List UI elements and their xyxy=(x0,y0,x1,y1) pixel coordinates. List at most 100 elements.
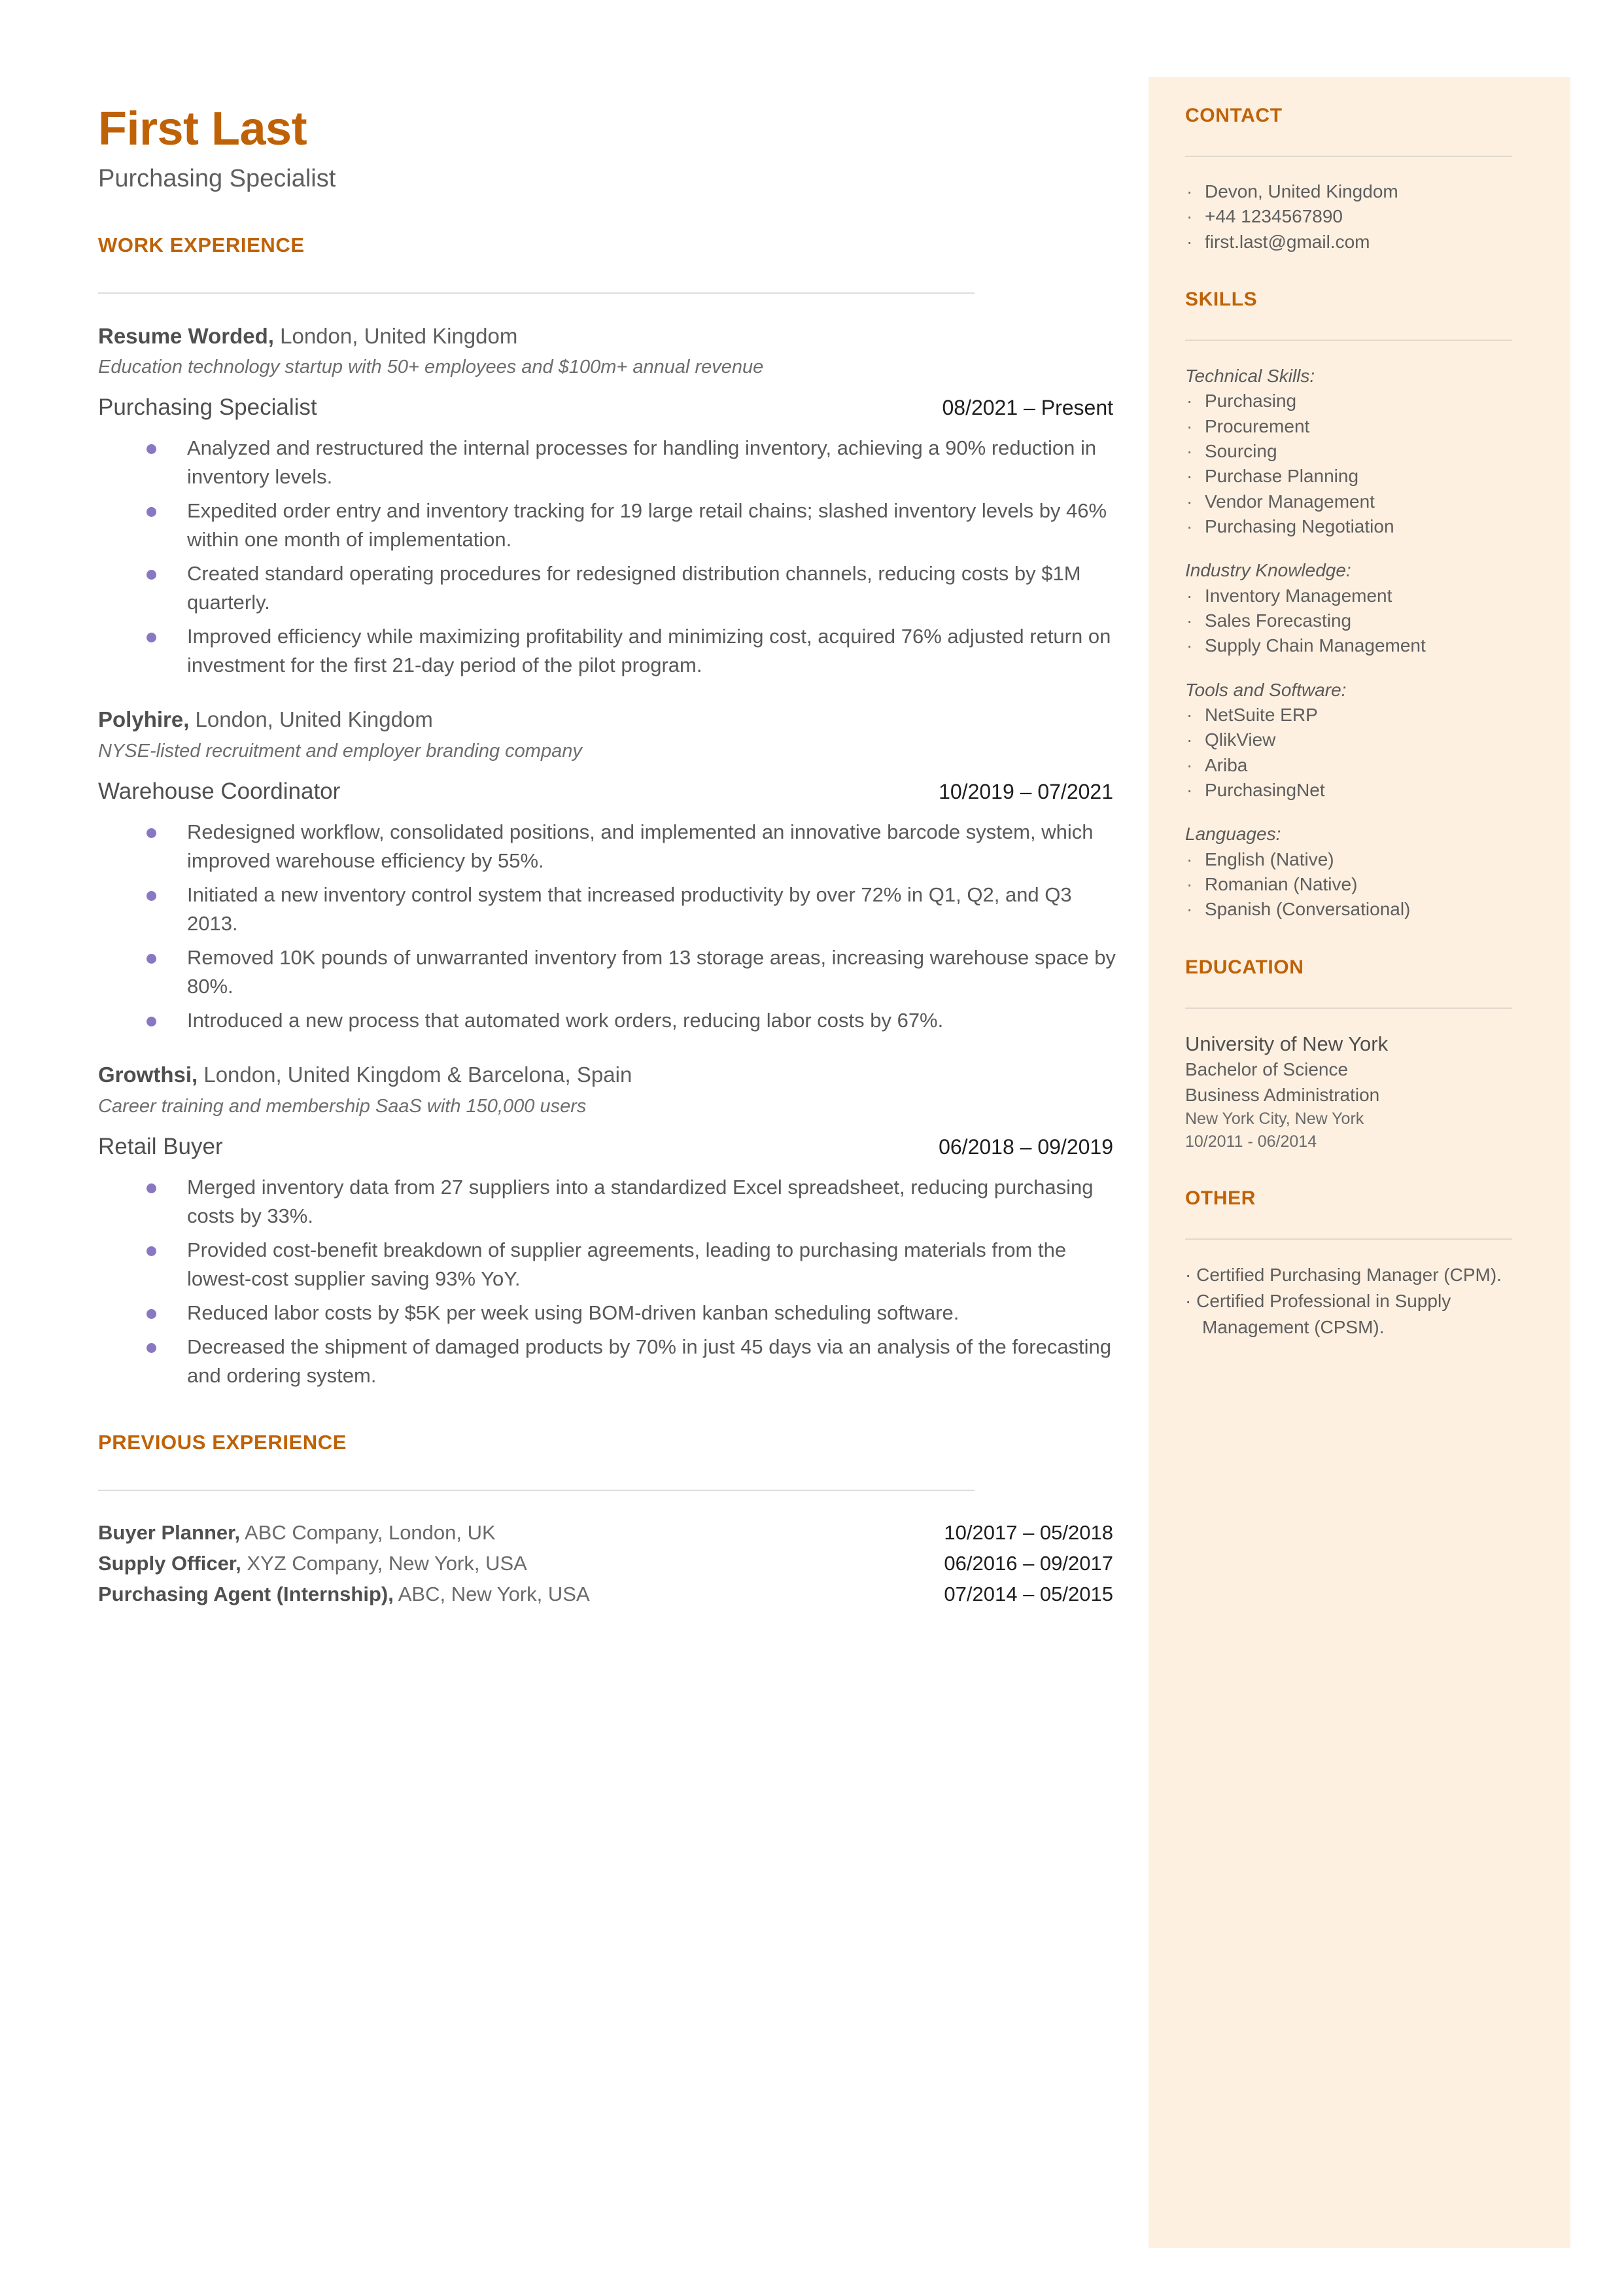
skill-item: · Ariba xyxy=(1185,753,1540,778)
role-dates: 08/2021 – Present xyxy=(942,396,1113,420)
contact-list: · Devon, United Kingdom · +44 1234567890 · f… xyxy=(1185,179,1540,254)
previous-experience-row: Buyer Planner, ABC Company, London, UK 10… xyxy=(98,1517,1113,1548)
company-name: Polyhire, xyxy=(98,707,190,732)
education-school: University of New York xyxy=(1185,1032,1389,1055)
skill-item: · Inventory Management xyxy=(1185,584,1540,608)
bullet-dot-icon: · xyxy=(1186,754,1193,775)
bullet-dot-icon xyxy=(147,1308,156,1319)
bullet-dot-icon: · xyxy=(1186,635,1193,656)
bullet-dot-icon xyxy=(147,1016,156,1026)
work-experience-entry: Polyhire, London, United Kingdom NYSE-lis… xyxy=(98,706,1118,1035)
skills-heading: SKILLS xyxy=(1185,289,1258,311)
previous-role-text: Purchasing Agent (Internship), ABC, New … xyxy=(98,1579,590,1609)
sidebar: CONTACT · Devon, United Kingdom · +44 1234… xyxy=(1149,77,1570,2248)
achievement-item: Created standard operating procedures fo… xyxy=(147,559,1118,617)
contact-item[interactable]: · +44 1234567890 xyxy=(1185,204,1540,229)
bullet-dot-icon xyxy=(147,1342,156,1353)
skill-item: · NetSuite ERP xyxy=(1185,703,1540,727)
contact-item[interactable]: · Devon, United Kingdom xyxy=(1185,179,1540,204)
bullet-dot-icon: · xyxy=(1186,516,1193,537)
bullet-dot-icon: · xyxy=(1186,440,1193,461)
company-name: Resume Worded, xyxy=(98,323,274,348)
role-row: Warehouse Coordinator 10/2019 – 07/2021 xyxy=(98,779,1113,805)
previous-role-title: Buyer Planner, xyxy=(98,1520,241,1544)
work-experience-divider xyxy=(98,292,975,294)
company-location: London, United Kingdom xyxy=(189,707,433,732)
previous-role-detail: XYZ Company, New York, USA xyxy=(241,1551,527,1575)
education-dates: 10/2011 - 06/2014 xyxy=(1185,1132,1317,1151)
bullet-dot-icon: · xyxy=(1186,466,1193,487)
other-heading: OTHER xyxy=(1185,1187,1256,1210)
other-divider xyxy=(1185,1238,1512,1240)
achievement-item: Initiated a new inventory control system… xyxy=(147,881,1118,938)
skill-item: · PurchasingNet xyxy=(1185,778,1540,803)
bullet-dot-icon: · xyxy=(1186,899,1193,920)
bullet-dot-icon: · xyxy=(1186,704,1193,725)
achievement-item: Provided cost-benefit breakdown of suppl… xyxy=(147,1236,1118,1293)
bullet-dot-icon: · xyxy=(1186,585,1193,606)
bullet-dot-icon: · xyxy=(1185,1290,1192,1311)
previous-role-text: Supply Officer, XYZ Company, New York, U… xyxy=(98,1548,527,1579)
role-dates: 10/2019 – 07/2021 xyxy=(939,779,1113,803)
company-description: NYSE-listed recruitment and employer bra… xyxy=(98,741,582,762)
skill-item: · Vendor Management xyxy=(1185,489,1540,514)
previous-role-title: Supply Officer, xyxy=(98,1551,241,1575)
company-description: Education technology startup with 50+ em… xyxy=(98,357,764,378)
work-experience-entry: Resume Worded, London, United Kingdom Edu… xyxy=(98,323,1118,680)
skill-item: · Sourcing xyxy=(1185,439,1540,464)
work-experience-list: Resume Worded, London, United Kingdom Edu… xyxy=(98,323,1118,1390)
bullet-dot-icon xyxy=(147,507,156,517)
achievement-list: Redesigned workflow, consolidated positi… xyxy=(98,818,1118,1035)
bullet-dot-icon: · xyxy=(1186,491,1193,512)
skill-item: · QlikView xyxy=(1185,727,1540,752)
bullet-dot-icon xyxy=(147,1246,156,1256)
previous-role-text: Buyer Planner, ABC Company, London, UK xyxy=(98,1517,496,1548)
bullet-dot-icon: · xyxy=(1186,181,1193,201)
candidate-title: Purchasing Specialist xyxy=(98,164,336,192)
company-line: Polyhire, London, United Kingdom xyxy=(98,706,1118,734)
bullet-dot-icon: · xyxy=(1186,415,1193,436)
company-line: Resume Worded, London, United Kingdom xyxy=(98,323,1118,351)
company-name: Growthsi, xyxy=(98,1062,198,1087)
skill-item: · Sales Forecasting xyxy=(1185,608,1540,633)
education-field: Business Administration xyxy=(1185,1084,1380,1105)
skills-list: Technical Skills: · Purchasing · Procurement… xyxy=(1185,363,1540,922)
bullet-dot-icon xyxy=(147,890,156,901)
contact-item[interactable]: · first.last@gmail.com xyxy=(1185,230,1540,254)
bullet-dot-icon: · xyxy=(1186,729,1193,750)
bullet-dot-icon xyxy=(147,828,156,838)
bullet-dot-icon xyxy=(147,444,156,455)
achievement-item: Merged inventory data from 27 suppliers … xyxy=(147,1173,1118,1231)
skill-item: · Spanish (Conversational) xyxy=(1185,897,1540,922)
education-divider xyxy=(1185,1007,1512,1009)
previous-role-dates: 10/2017 – 05/2018 xyxy=(944,1520,1113,1544)
achievement-item: Improved efficiency while maximizing pro… xyxy=(147,622,1118,680)
certification-item: · Certified Purchasing Manager (CPM). xyxy=(1185,1265,1502,1286)
achievement-item: Introduced a new process that automated … xyxy=(147,1006,1118,1035)
bullet-dot-icon: · xyxy=(1186,779,1193,800)
skill-group-label: Industry Knowledge: xyxy=(1185,560,1351,581)
achievement-item: Removed 10K pounds of unwarranted invent… xyxy=(147,943,1118,1001)
achievement-list: Analyzed and restructured the internal p… xyxy=(98,434,1118,680)
skill-item: · Purchasing Negotiation xyxy=(1185,514,1540,539)
education-heading: EDUCATION xyxy=(1185,956,1304,978)
company-line: Growthsi, London, United Kingdom & Barce… xyxy=(98,1061,1118,1089)
previous-role-dates: 06/2016 – 09/2017 xyxy=(944,1551,1113,1575)
company-description: Career training and membership SaaS with… xyxy=(98,1095,587,1117)
achievement-item: Redesigned workflow, consolidated positi… xyxy=(147,818,1118,875)
bullet-dot-icon: · xyxy=(1186,231,1193,252)
other-list: · Certified Purchasing Manager (CPM). · C… xyxy=(1185,1262,1540,1340)
bullet-dot-icon: · xyxy=(1186,873,1193,894)
achievement-item: Reduced labor costs by $5K per week usin… xyxy=(147,1299,1118,1327)
skill-group-label: Languages: xyxy=(1185,824,1281,845)
skill-item: · Purchase Planning xyxy=(1185,464,1540,489)
bullet-dot-icon xyxy=(147,570,156,580)
role-row: Purchasing Specialist 08/2021 – Present xyxy=(98,394,1113,421)
skill-item: · Procurement xyxy=(1185,414,1540,439)
bullet-dot-icon: · xyxy=(1186,391,1193,412)
resume-page: First Last Purchasing Specialist WORK EX… xyxy=(0,0,1624,2295)
previous-role-detail: ABC Company, London, UK xyxy=(240,1520,496,1544)
role-dates: 06/2018 – 09/2019 xyxy=(939,1134,1113,1159)
bullet-dot-icon xyxy=(147,1183,156,1193)
contact-heading: CONTACT xyxy=(1185,105,1283,126)
